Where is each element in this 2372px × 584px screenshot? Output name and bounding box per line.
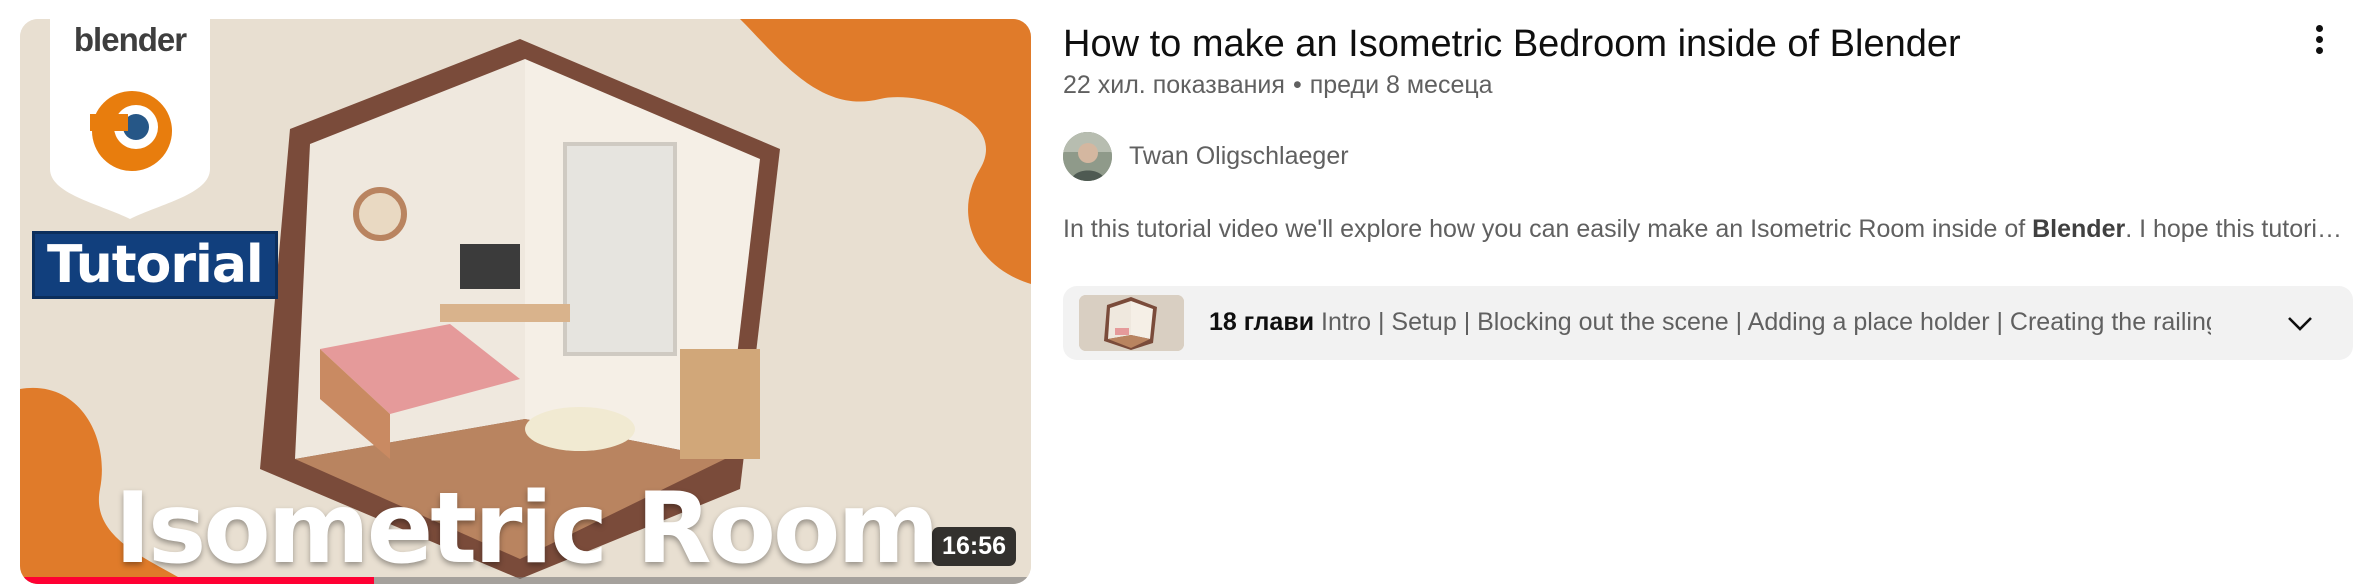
chevron-down-icon[interactable] bbox=[2283, 306, 2317, 340]
channel-name[interactable]: Twan Oligschlaeger bbox=[1129, 142, 1349, 171]
view-count: 22 хил. показвания bbox=[1063, 71, 1285, 99]
duration-badge: 16:56 bbox=[932, 527, 1016, 566]
chapter-thumbnail bbox=[1079, 295, 1184, 351]
tutorial-tag: Tutorial bbox=[32, 231, 278, 299]
channel-avatar[interactable] bbox=[1063, 131, 1112, 181]
chapter-list: Intro | Setup | Blocking out the scene |… bbox=[1321, 308, 2211, 336]
video-description-snippet: In this tutorial video we'll explore how… bbox=[1063, 215, 2353, 243]
video-result[interactable]: blender Tutorial Isometric Room 16:56 Ho… bbox=[0, 0, 2372, 584]
blender-logo-word: blender bbox=[73, 21, 187, 58]
meta-separator: • bbox=[1292, 71, 1302, 99]
chapter-count: 18 глави bbox=[1209, 308, 1315, 336]
video-thumbnail[interactable]: blender Tutorial Isometric Room 16:56 bbox=[20, 19, 1031, 584]
more-vert-icon[interactable] bbox=[2297, 21, 2341, 65]
thumbnail-headline: Isometric Room bbox=[114, 472, 940, 584]
channel-info[interactable]: Twan Oligschlaeger bbox=[1063, 131, 1349, 181]
video-metadata: 22 хил. показвания • преди 8 месеца bbox=[1063, 71, 1493, 100]
upload-age: преди 8 месеца bbox=[1309, 71, 1493, 99]
video-title[interactable]: How to make an Isometric Bedroom inside … bbox=[1063, 19, 1961, 69]
chapters-panel[interactable]: 18 глави Intro | Setup | Blocking out th… bbox=[1063, 286, 2353, 360]
